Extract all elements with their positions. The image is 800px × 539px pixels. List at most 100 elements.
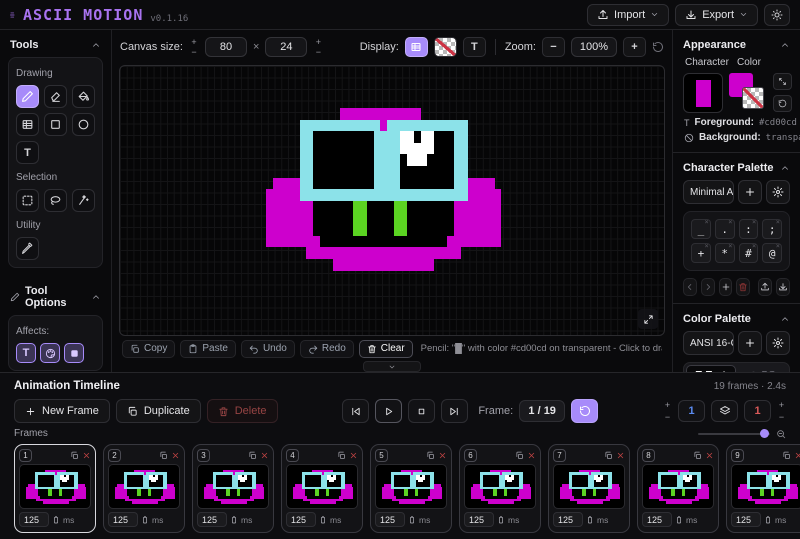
add-char-palette-button[interactable] — [738, 180, 762, 204]
remove-char-icon[interactable]: × — [705, 242, 709, 250]
remove-char-icon[interactable]: × — [728, 242, 732, 250]
fill-tool-button[interactable] — [72, 85, 95, 108]
frame-duration-input[interactable] — [19, 512, 49, 527]
palette-character-button[interactable]: :× — [739, 219, 759, 239]
apply-duration-icon[interactable] — [52, 515, 60, 525]
remove-char-icon[interactable]: × — [776, 218, 780, 226]
export-palette-button[interactable] — [758, 278, 772, 296]
duplicate-frame-button[interactable]: Duplicate — [116, 399, 201, 423]
eraser-tool-button[interactable] — [44, 85, 67, 108]
plus-glyph[interactable]: + — [313, 38, 323, 46]
onion-skin-toggle[interactable] — [711, 400, 738, 422]
ellipse-tool-button[interactable] — [72, 113, 95, 136]
remove-char-icon[interactable]: × — [776, 242, 780, 250]
delete-frame-icon[interactable] — [349, 451, 358, 460]
affects-color-toggle[interactable] — [40, 343, 60, 363]
plus-glyph[interactable]: + — [189, 38, 199, 46]
frame-duration-input[interactable] — [464, 512, 494, 527]
color-palette-preset-select[interactable]: ANSI 16-Col — [683, 331, 734, 355]
panel-collapse-handle[interactable] — [363, 361, 421, 372]
apply-duration-icon[interactable] — [408, 515, 416, 525]
height-stepper[interactable]: + − — [313, 38, 323, 56]
frame-thumbnail[interactable] — [108, 464, 180, 509]
appearance-section-header[interactable]: Appearance — [673, 30, 800, 57]
canvas-height-input[interactable] — [265, 37, 307, 57]
swap-colors-button[interactable] — [773, 73, 792, 90]
frame-thumbnail[interactable] — [197, 464, 269, 509]
undo-button[interactable]: Undo — [241, 340, 295, 358]
frame-size-slider[interactable] — [698, 433, 770, 435]
text-tool-button[interactable]: T — [16, 141, 39, 164]
palette-character-button[interactable]: .× — [715, 219, 735, 239]
color-palette-settings-button[interactable] — [766, 331, 790, 355]
apply-duration-icon[interactable] — [319, 515, 327, 525]
frame-thumbnail[interactable] — [19, 464, 91, 509]
redo-button[interactable]: Redo — [300, 340, 354, 358]
drawing-canvas[interactable] — [119, 65, 665, 336]
apply-duration-icon[interactable] — [230, 515, 238, 525]
delete-frame-icon[interactable] — [438, 451, 447, 460]
char-move-right-button[interactable] — [701, 278, 715, 296]
frame-card[interactable]: 1 ms — [14, 444, 96, 533]
rectangle-tool-button[interactable] — [44, 113, 67, 136]
zoom-out-button[interactable]: − — [542, 37, 565, 57]
delete-frame-icon[interactable] — [616, 451, 625, 460]
palette-character-button[interactable]: ;× — [762, 219, 782, 239]
duplicate-frame-icon[interactable] — [693, 451, 702, 460]
add-character-button[interactable] — [719, 278, 733, 296]
rect-select-tool-button[interactable] — [16, 189, 39, 212]
lasso-tool-button[interactable] — [44, 189, 67, 212]
remove-char-icon[interactable]: × — [728, 218, 732, 226]
delete-frame-icon[interactable] — [794, 451, 800, 460]
slider-thumb[interactable] — [760, 429, 769, 438]
minus-glyph[interactable]: − — [189, 48, 199, 56]
eyedropper-tool-button[interactable] — [16, 237, 39, 260]
delete-frame-icon[interactable] — [82, 451, 91, 460]
width-stepper[interactable]: + − — [189, 38, 199, 56]
frame-card[interactable]: 8 ms — [637, 444, 719, 533]
character-swatch[interactable] — [683, 73, 723, 113]
zoom-in-button[interactable]: + — [623, 37, 646, 57]
frame-thumbnail[interactable] — [464, 464, 536, 509]
palette-character-button[interactable]: #× — [739, 243, 759, 263]
magic-wand-tool-button[interactable] — [72, 189, 95, 212]
frame-thumbnail[interactable] — [731, 464, 800, 509]
char-palette-preset-select[interactable]: Minimal ASC — [683, 180, 734, 204]
palette-character-button[interactable]: @× — [762, 243, 782, 263]
delete-frame-icon[interactable] — [705, 451, 714, 460]
tool-options-section-header[interactable]: Tool Options — [0, 276, 111, 315]
delete-frame-button[interactable]: Delete — [207, 399, 278, 423]
export-button[interactable]: Export — [675, 4, 758, 26]
frame-duration-input[interactable] — [731, 512, 761, 527]
play-button[interactable] — [375, 399, 402, 423]
reset-colors-button[interactable] — [773, 95, 792, 112]
gradient-tool-button[interactable] — [16, 113, 39, 136]
onion-next-frames[interactable]: 1 — [744, 400, 771, 422]
frame-card[interactable]: 9 ms — [726, 444, 800, 533]
apply-duration-icon[interactable] — [497, 515, 505, 525]
frame-card[interactable]: 6 ms — [459, 444, 541, 533]
affects-character-toggle[interactable]: T — [16, 343, 36, 363]
pencil-tool-button[interactable] — [16, 85, 39, 108]
frame-duration-input[interactable] — [642, 512, 672, 527]
remove-char-icon[interactable]: × — [705, 218, 709, 226]
apply-duration-icon[interactable] — [586, 515, 594, 525]
canvas-resize-handle[interactable] — [638, 309, 658, 329]
char-palette-settings-button[interactable] — [766, 180, 790, 204]
delete-frame-icon[interactable] — [260, 451, 269, 460]
remove-char-icon[interactable]: × — [752, 242, 756, 250]
grid-toggle-button[interactable] — [405, 37, 428, 57]
copy-button[interactable]: Copy — [122, 340, 175, 358]
import-palette-button[interactable] — [776, 278, 790, 296]
onion-prev-stepper[interactable]: +− — [663, 401, 672, 421]
frame-thumbnail[interactable] — [375, 464, 447, 509]
palette-character-button[interactable]: +× — [691, 243, 711, 263]
duplicate-frame-icon[interactable] — [426, 451, 435, 460]
frame-card[interactable]: 5 ms — [370, 444, 452, 533]
char-visibility-toggle-button[interactable]: T — [463, 37, 486, 57]
frame-thumbnail[interactable] — [553, 464, 625, 509]
onion-next-stepper[interactable]: +− — [777, 401, 786, 421]
skip-to-start-button[interactable] — [342, 399, 369, 423]
duplicate-frame-icon[interactable] — [782, 451, 791, 460]
canvas-width-input[interactable] — [205, 37, 247, 57]
